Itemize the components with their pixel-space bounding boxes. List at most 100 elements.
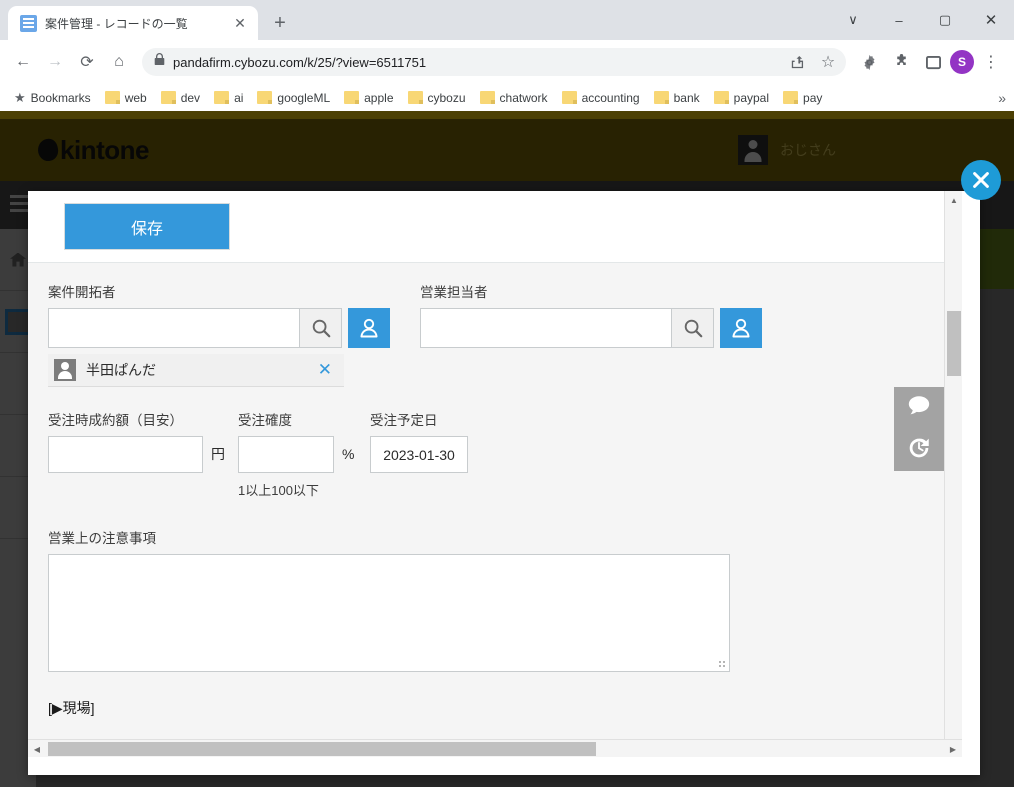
puzzle-icon[interactable] (886, 47, 916, 77)
home-icon (10, 253, 26, 267)
scroll-up-icon[interactable]: ▲ (945, 191, 962, 209)
gear-icon[interactable] (854, 47, 884, 77)
folder-icon (257, 91, 272, 104)
kintone-top-strip (0, 111, 1014, 119)
resize-handle[interactable] (718, 660, 726, 668)
developer-field: 案件開拓者 (48, 281, 396, 387)
remove-user-icon[interactable]: ✕ (318, 360, 332, 380)
lock-icon (154, 53, 165, 71)
back-icon[interactable]: ← (8, 47, 38, 77)
bookmark-item[interactable]: ai (208, 88, 249, 108)
comment-icon[interactable] (906, 393, 932, 424)
avatar (738, 135, 768, 165)
scroll-left-icon[interactable]: ◀ (28, 740, 46, 757)
probability-field: 受注確度 % 1以上100以下 (238, 409, 370, 499)
sales-rep-picker (420, 308, 768, 348)
bookmarks-overflow-icon[interactable]: » (998, 90, 1006, 106)
window-close-button[interactable]: ✕ (968, 0, 1014, 40)
record-side-panel (894, 387, 944, 471)
close-dialog-button[interactable] (961, 160, 1001, 200)
sidepanel-icon[interactable] (918, 47, 948, 77)
window-controls: ∨ – ▢ ✕ (830, 0, 1014, 40)
bookmark-item[interactable]: chatwork (474, 88, 554, 108)
bookmarks-bar: ★ Bookmarks web dev ai googleML apple cy… (0, 84, 1014, 112)
bookmarks-label: Bookmarks (31, 91, 91, 105)
bookmark-label: googleML (277, 91, 330, 105)
new-tab-button[interactable]: + (266, 9, 294, 37)
bookmark-label: chatwork (500, 91, 548, 105)
bookmark-label: accounting (582, 91, 640, 105)
kintone-logo-text: kintone (60, 135, 149, 166)
bookmark-item[interactable]: accounting (556, 88, 646, 108)
bookmark-label: cybozu (428, 91, 466, 105)
probability-unit: % (342, 436, 354, 473)
selected-user-name: 半田ぱんだ (86, 360, 318, 380)
bookmark-item[interactable]: pay (777, 88, 828, 108)
maximize-button[interactable]: ▢ (922, 0, 968, 40)
notes-label: 営業上の注意事項 (48, 527, 926, 547)
bookmark-item[interactable]: bank (648, 88, 706, 108)
reload-icon[interactable]: ⟳ (72, 47, 102, 77)
kintone-logo[interactable]: kintone (38, 135, 149, 166)
expected-date-input[interactable]: 2023-01-30 (370, 436, 468, 473)
bookmark-star-icon[interactable]: ☆ (816, 50, 840, 74)
home-icon[interactable]: ⌂ (104, 47, 134, 77)
kintone-page: kintone おじさん (0, 111, 1014, 787)
record-form: 案件開拓者 (28, 263, 962, 757)
username-label: おじさん (780, 140, 836, 160)
numeric-fields-row: 受注時成約額（目安） 円 受注確度 % (48, 409, 926, 499)
amount-field: 受注時成約額（目安） 円 (48, 409, 238, 473)
vertical-scroll-thumb[interactable] (947, 311, 961, 376)
person-icon[interactable] (720, 308, 762, 348)
bookmark-item[interactable]: web (99, 88, 153, 108)
bookmarks-root[interactable]: ★ Bookmarks (8, 87, 97, 109)
bookmark-item[interactable]: googleML (251, 88, 336, 108)
share-icon[interactable] (784, 50, 808, 74)
site-section-label[interactable]: [▶現場] (48, 698, 926, 718)
history-icon[interactable] (906, 435, 932, 466)
profile-avatar[interactable]: S (950, 50, 974, 74)
kintone-user-area[interactable]: おじさん (738, 135, 836, 165)
browser-menu-icon[interactable]: ⋮ (976, 47, 1006, 77)
forward-icon[interactable]: → (40, 47, 70, 77)
developer-input[interactable] (48, 308, 299, 348)
selected-user-chip: 半田ぱんだ ✕ (48, 354, 344, 387)
bookmark-label: web (125, 91, 147, 105)
folder-icon (714, 91, 729, 104)
bookmark-item[interactable]: dev (155, 88, 206, 108)
dialog-toolbar: 保存 (28, 191, 962, 263)
bookmark-item[interactable]: paypal (708, 88, 775, 108)
folder-icon (408, 91, 423, 104)
bookmark-item[interactable]: cybozu (402, 88, 472, 108)
address-bar[interactable]: pandafirm.cybozu.com/k/25/?view=6511751 … (142, 48, 846, 76)
bookmark-item[interactable]: apple (338, 88, 399, 108)
folder-icon (105, 91, 120, 104)
tab-search-icon[interactable]: ∨ (830, 0, 876, 40)
amount-label: 受注時成約額（目安） (48, 409, 238, 429)
person-picker-row: 案件開拓者 (48, 281, 926, 387)
scroll-right-icon[interactable]: ▶ (944, 740, 962, 757)
expected-date-field: 受注予定日 2023-01-30 (370, 409, 468, 473)
dialog-horizontal-scrollbar[interactable]: ◀ ▶ (28, 739, 962, 757)
notes-textarea[interactable] (48, 554, 730, 672)
sales-rep-field: 営業担当者 (420, 281, 768, 387)
probability-hint: 1以上100以下 (238, 480, 370, 499)
person-icon[interactable] (348, 308, 390, 348)
tab-strip: 案件管理 - レコードの一覧 ✕ + ∨ – ▢ ✕ (0, 0, 1014, 40)
close-icon[interactable]: ✕ (230, 13, 250, 33)
browser-tab[interactable]: 案件管理 - レコードの一覧 ✕ (8, 6, 258, 40)
browser-window: 案件管理 - レコードの一覧 ✕ + ∨ – ▢ ✕ ← → ⟳ ⌂ panda… (0, 0, 1014, 787)
folder-icon (344, 91, 359, 104)
dialog-vertical-scrollbar[interactable]: ▲ ▼ (944, 191, 962, 757)
avatar (54, 359, 76, 381)
search-icon[interactable] (671, 308, 714, 348)
search-icon[interactable] (299, 308, 342, 348)
probability-input[interactable] (238, 436, 334, 473)
horizontal-scroll-thumb[interactable] (48, 742, 596, 756)
minimize-button[interactable]: – (876, 0, 922, 40)
amount-input[interactable] (48, 436, 203, 473)
probability-label: 受注確度 (238, 409, 370, 429)
save-button[interactable]: 保存 (64, 203, 230, 250)
sales-rep-input[interactable] (420, 308, 671, 348)
folder-icon (783, 91, 798, 104)
